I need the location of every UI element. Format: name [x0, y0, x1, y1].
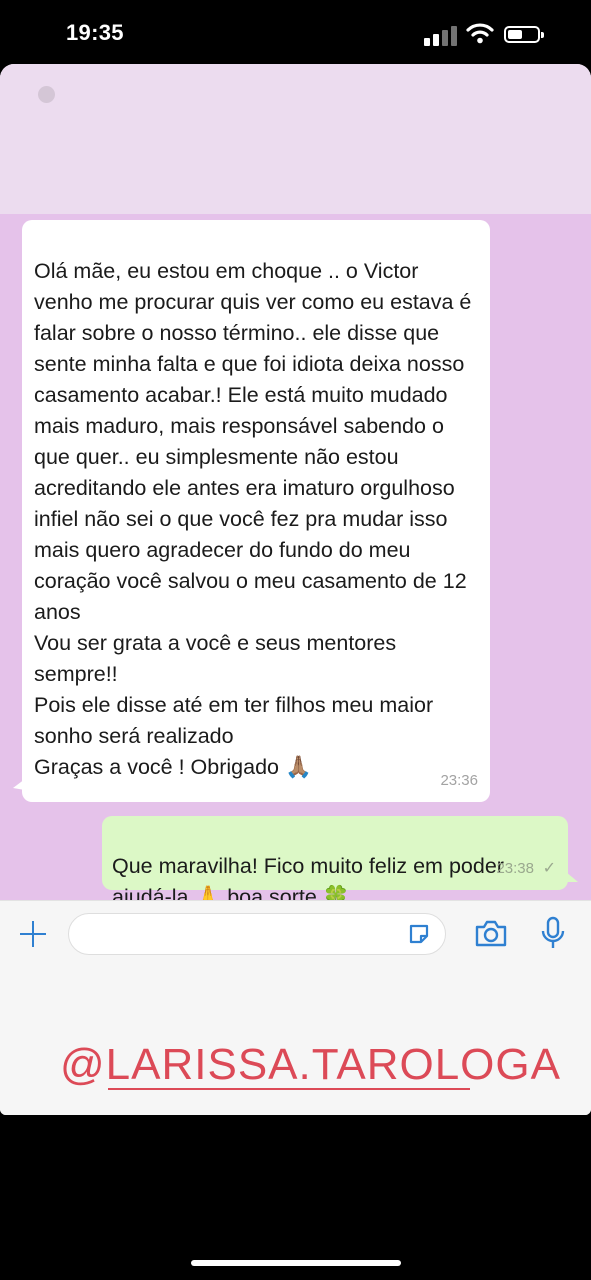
status-time: 19:35: [66, 20, 124, 45]
header-indicator-dot: [38, 86, 55, 103]
chat-area[interactable]: Olá mãe, eu estou em choque .. o Victor …: [0, 214, 591, 909]
incoming-message-text: Olá mãe, eu estou em choque .. o Victor …: [34, 259, 472, 779]
incoming-message-bubble[interactable]: Olá mãe, eu estou em choque .. o Victor …: [13, 220, 490, 802]
watermark-handle: @LARISSA.TAROLOGA: [60, 1040, 561, 1089]
watermark-underline: [108, 1088, 470, 1090]
sent-check-icon: ✓: [542, 860, 556, 877]
battery-icon: [504, 26, 544, 43]
mic-icon[interactable]: [540, 916, 566, 950]
outgoing-message-time: 23:38: [496, 860, 534, 877]
home-indicator[interactable]: [191, 1260, 401, 1266]
cellular-signal-icon: [424, 24, 458, 46]
message-input-bar: [0, 900, 591, 965]
chat-header: [0, 64, 591, 214]
sticker-icon[interactable]: [407, 922, 431, 946]
plus-icon[interactable]: [18, 919, 48, 949]
outgoing-message-bubble[interactable]: Que maravilha! Fico muito feliz em poder…: [102, 816, 578, 909]
incoming-message-time: 23:36: [440, 772, 478, 789]
camera-icon[interactable]: [474, 918, 508, 948]
status-bar: 19:35: [0, 0, 591, 64]
wifi-icon: [466, 23, 494, 44]
message-input[interactable]: [68, 913, 446, 955]
chat-screen: Olá mãe, eu estou em choque .. o Victor …: [0, 64, 591, 1115]
bottom-area: @LARISSA.TAROLOGA: [0, 964, 591, 1115]
